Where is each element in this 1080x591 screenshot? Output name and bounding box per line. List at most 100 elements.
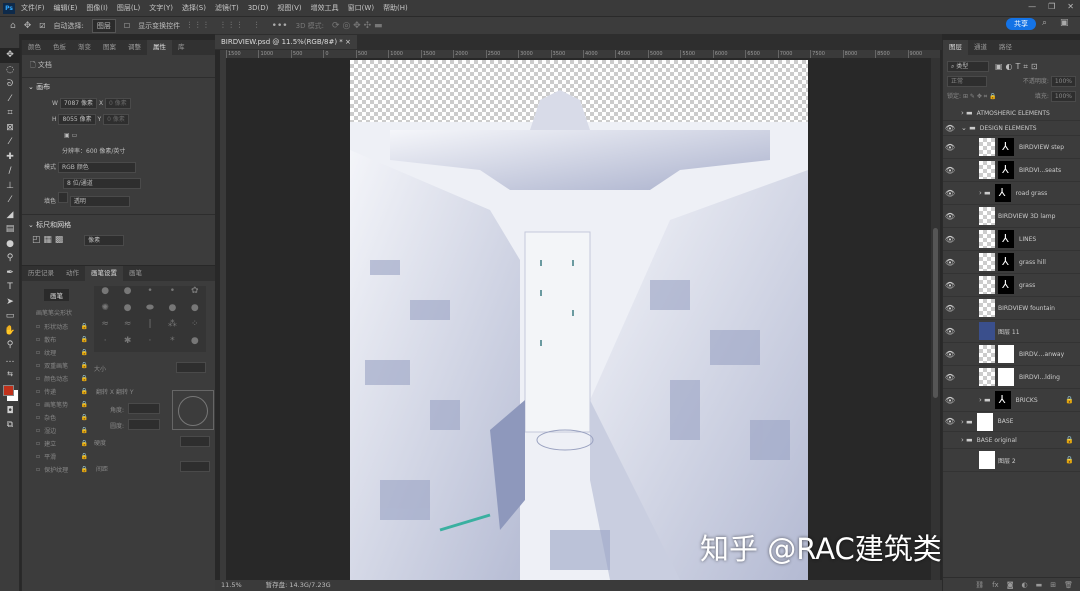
folder-icon[interactable]: › ▬ xyxy=(961,109,973,117)
brush-option[interactable]: ▫ 传递 🔒 xyxy=(22,385,92,398)
3d-tools-icons[interactable]: ⟳ ◎ ✥ ✣ ▬ xyxy=(332,21,382,31)
visibility-eye-icon[interactable]: 👁 xyxy=(943,396,957,405)
lock-icon[interactable]: 🔒 xyxy=(81,323,88,330)
menu-item[interactable]: 3D(D) xyxy=(248,4,269,12)
layer-mask-thumbnail[interactable] xyxy=(998,138,1014,156)
folder-icon[interactable]: ⌄ ▬ xyxy=(961,124,976,132)
menu-item[interactable]: 选择(S) xyxy=(182,3,206,13)
menu-item[interactable]: 帮助(H) xyxy=(383,3,408,13)
fill-swatch[interactable] xyxy=(57,192,68,203)
swap-colors-icon[interactable]: ⇆ xyxy=(0,367,20,382)
menu-item[interactable]: 视图(V) xyxy=(277,3,301,13)
tab-properties[interactable]: 属性 xyxy=(147,40,172,55)
new-group-icon[interactable]: ▬ xyxy=(1036,581,1043,589)
spacing-checkbox[interactable]: 间距 xyxy=(96,464,108,473)
x-input[interactable]: 0 像素 xyxy=(105,98,131,109)
hand-tool-icon[interactable]: ✋ xyxy=(0,324,20,339)
brush-tool-icon[interactable]: / xyxy=(0,164,20,179)
brush-tip-grid[interactable]: ● ● • • ✿ ✺ ● ⬬ ● ● ≈ ≈ | ⁂ ⁘ · ✱ · * ● xyxy=(94,286,206,352)
history-brush-icon[interactable]: ⁄ xyxy=(0,193,20,208)
lock-icon[interactable]: 🔒 xyxy=(81,336,88,343)
option-checkbox[interactable]: ▫ xyxy=(36,336,40,343)
layer-name[interactable]: 图层 11 xyxy=(998,327,1020,336)
visibility-eye-icon[interactable]: 👁 xyxy=(943,417,957,426)
layer-row[interactable]: 👁 BIRDV....anway xyxy=(943,343,1080,366)
layer-name[interactable]: BIRDV....anway xyxy=(1019,351,1064,358)
brush-option[interactable]: ▫ 散布 🔒 xyxy=(22,333,92,346)
brush-option[interactable]: ▫ 保护纹理 🔒 xyxy=(22,463,92,476)
brush-option[interactable]: ▫ 杂色 🔒 xyxy=(22,411,92,424)
healing-brush-icon[interactable]: ✚ xyxy=(0,150,20,165)
visibility-eye-icon[interactable]: 👁 xyxy=(943,166,957,175)
eyedropper-icon[interactable]: ⁄ xyxy=(0,135,20,150)
share-button[interactable]: 共享 xyxy=(1006,18,1036,30)
angle-input[interactable] xyxy=(128,403,160,414)
layer-row[interactable]: 👁 BIRDVIEW step xyxy=(943,136,1080,159)
menu-item[interactable]: 文件(F) xyxy=(21,3,45,13)
layer-row[interactable]: 👁 LINES xyxy=(943,228,1080,251)
tab-libraries[interactable]: 库 xyxy=(172,40,191,55)
lock-icons[interactable]: ⊞ ✎ ✥ ⌗ 🔒 xyxy=(963,93,997,100)
size-input[interactable] xyxy=(176,362,206,373)
option-checkbox[interactable]: ▫ xyxy=(36,401,40,408)
mode-dropdown[interactable]: RGB 颜色 xyxy=(57,162,136,173)
layer-row[interactable]: 👁 BIRDVI...lding xyxy=(943,366,1080,389)
layer-name[interactable]: BIRDVIEW fountain xyxy=(998,305,1055,312)
home-icon[interactable]: ⌂ xyxy=(10,21,16,31)
width-input[interactable]: 7087 像素 xyxy=(59,98,98,109)
option-checkbox[interactable]: ▫ xyxy=(36,440,40,447)
option-checkbox[interactable]: ▫ xyxy=(36,414,40,421)
move-tool-icon[interactable]: ✥ xyxy=(24,21,32,31)
new-layer-icon[interactable]: ⊞ xyxy=(1050,581,1056,589)
layer-name[interactable]: BASE original xyxy=(977,437,1017,444)
frame-tool-icon[interactable]: ⊠ xyxy=(0,121,20,136)
menu-item[interactable]: 图像(I) xyxy=(86,3,108,13)
tab-gradients[interactable]: 渐变 xyxy=(72,40,97,55)
menu-item[interactable]: 滤镜(T) xyxy=(215,3,239,13)
quick-mask-icon[interactable]: ◘ xyxy=(0,404,20,419)
menu-item[interactable]: 文字(Y) xyxy=(149,3,173,13)
layer-mask-thumbnail[interactable] xyxy=(998,276,1014,294)
layer-row[interactable]: 👁 BIRDVIEW fountain xyxy=(943,297,1080,320)
folder-icon[interactable]: › ▬ xyxy=(979,189,991,197)
crop-tool-icon[interactable]: ⌗ xyxy=(0,106,20,121)
visibility-eye-icon[interactable]: 👁 xyxy=(943,373,957,382)
brush-option[interactable]: ▫ 纹理 🔒 xyxy=(22,346,92,359)
visibility-eye-icon[interactable]: 👁 xyxy=(943,327,957,336)
option-checkbox[interactable]: ▫ xyxy=(36,375,40,382)
lock-icon[interactable]: 🔒 xyxy=(81,440,88,447)
brush-option[interactable]: ▫ 湿边 🔒 xyxy=(22,424,92,437)
guides-icon[interactable]: ▩ xyxy=(55,235,64,245)
dodge-tool-icon[interactable]: ⚲ xyxy=(0,251,20,266)
layer-name[interactable]: BIRDVI...seats xyxy=(1019,167,1061,174)
minimize-icon[interactable]: — xyxy=(1028,2,1036,11)
lock-icon[interactable]: 🔒 xyxy=(81,362,88,369)
tab-color[interactable]: 颜色 xyxy=(22,40,47,55)
layer-name[interactable]: BASE xyxy=(998,418,1014,425)
layer-mask-thumbnail[interactable] xyxy=(994,184,1011,202)
filter-icons[interactable]: ▣◐T⌗⊡ xyxy=(995,62,1041,72)
lock-icon[interactable]: 🔒 xyxy=(81,401,88,408)
tab-layers[interactable]: 图层 xyxy=(943,40,968,55)
close-tab-icon[interactable]: × xyxy=(345,38,351,46)
layer-row[interactable]: 👁 ⌄ ▬ DESIGN ELEMENTS xyxy=(943,121,1080,136)
layer-mask-thumbnail[interactable] xyxy=(998,161,1014,179)
layer-row[interactable]: › ▬ BASE original 🔒 xyxy=(943,432,1080,449)
document-canvas[interactable] xyxy=(350,60,808,580)
path-select-icon[interactable]: ➤ xyxy=(0,295,20,310)
fill-input[interactable]: 100% xyxy=(1050,91,1076,102)
option-checkbox[interactable]: ▫ xyxy=(36,362,40,369)
visibility-eye-icon[interactable]: 👁 xyxy=(943,189,957,198)
visibility-eye-icon[interactable]: 👁 xyxy=(943,258,957,267)
lasso-tool-icon[interactable]: ᘐ xyxy=(0,77,20,92)
visibility-eye-icon[interactable]: 👁 xyxy=(943,143,957,152)
blur-tool-icon[interactable]: ● xyxy=(0,237,20,252)
lock-icon[interactable]: 🔒 xyxy=(81,466,88,473)
rulers-icon[interactable]: ◰ xyxy=(32,235,41,245)
option-checkbox[interactable]: ▫ xyxy=(36,349,40,356)
rectangle-tool-icon[interactable]: ▭ xyxy=(0,309,20,324)
vertical-scrollbar[interactable] xyxy=(931,58,940,580)
auto-select-dropdown[interactable]: 图层 xyxy=(91,18,116,33)
move-tool-icon[interactable]: ✥ xyxy=(0,48,20,63)
spacing-input[interactable] xyxy=(180,461,210,472)
